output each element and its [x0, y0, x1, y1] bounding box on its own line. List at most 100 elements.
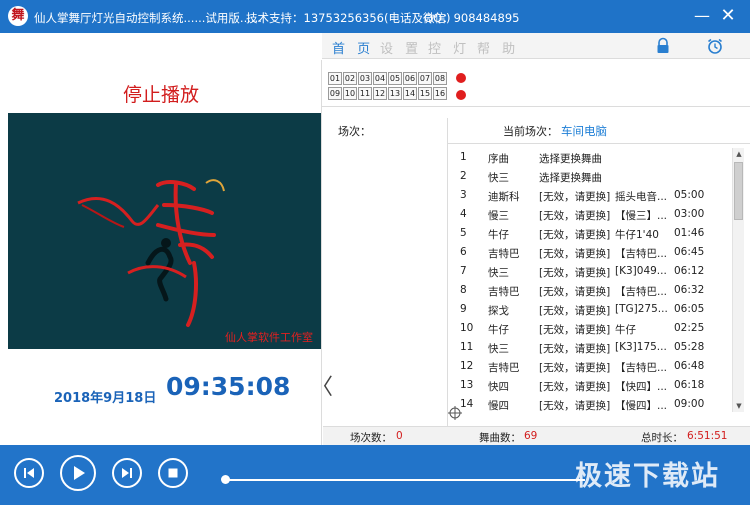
song-status: 选择更换舞曲 [539, 172, 602, 184]
channel-cell[interactable]: 05 [388, 72, 402, 85]
channel-cell[interactable]: 01 [328, 72, 342, 85]
channel-cell[interactable]: 15 [418, 87, 432, 100]
channel-cell[interactable]: 12 [373, 87, 387, 100]
song-count-label: 舞曲数： [479, 432, 521, 444]
stop-button[interactable] [158, 458, 188, 488]
song-name: 牛仔 [615, 324, 636, 336]
song-status: [无效，请更换] [539, 267, 611, 279]
song-duration: 01:46 [674, 227, 705, 239]
song-row[interactable]: 12 吉特巴 [无效，请更换] 【吉特巴... 06:48 [448, 357, 732, 376]
lock-icon[interactable] [654, 37, 672, 55]
indicator-dot-row1 [456, 73, 466, 83]
alarm-clock-icon[interactable] [706, 37, 724, 55]
channel-cell[interactable]: 07 [418, 72, 432, 85]
crosshair-icon[interactable] [448, 406, 462, 420]
tab-help[interactable]: 帮 助 [477, 38, 519, 57]
channel-cell[interactable]: 13 [388, 87, 402, 100]
stop-icon [168, 468, 178, 478]
song-list[interactable]: 1 序曲 选择更换舞曲 2 快三 选择更换舞曲 3 迪斯科 [无效，请更换] 摇头电音... 05:… [448, 148, 732, 412]
song-row[interactable]: 9 探戈 [无效，请更换] [TG]275... 06:05 [448, 300, 732, 319]
tab-home[interactable]: 首 页 [332, 38, 374, 57]
song-name: 摇头电音... [615, 191, 668, 203]
song-row[interactable]: 6 吉特巴 [无效，请更换] 【吉特巴... 06:45 [448, 243, 732, 262]
total-duration-label: 总时长： [641, 432, 683, 444]
song-index: 14 [460, 398, 474, 410]
song-index: 2 [460, 170, 467, 182]
song-index: 9 [460, 303, 467, 315]
song-row[interactable]: 14 慢四 [无效，请更换] 【慢四】... 09:00 [448, 395, 732, 412]
song-list-scrollbar[interactable]: ▲ ▼ [732, 148, 744, 412]
song-status: 选择更换舞曲 [539, 153, 602, 165]
song-count-value: 69 [524, 430, 538, 442]
song-duration: 06:48 [674, 360, 705, 372]
song-duration: 06:12 [674, 265, 705, 277]
song-duration: 06:32 [674, 284, 705, 296]
support-text: 技术支持：13753256356(电话及微信) [246, 11, 451, 25]
song-status: [无效，请更换] [539, 248, 611, 260]
channel-cell[interactable]: 11 [358, 87, 372, 100]
song-duration: 06:18 [674, 379, 705, 391]
song-row[interactable]: 5 牛仔 [无效，请更换] 牛仔1'40 01:46 [448, 224, 732, 243]
song-row[interactable]: 4 慢三 [无效，请更换] 【慢三】... 03:00 [448, 205, 732, 224]
song-name: 【慢四】... [615, 400, 668, 412]
song-index: 3 [460, 189, 467, 201]
song-status: [无效，请更换] [539, 286, 611, 298]
song-style: 慢三 [488, 210, 509, 222]
tab-settings[interactable]: 设 置 [380, 38, 422, 57]
channel-cell[interactable]: 09 [328, 87, 342, 100]
song-name: 牛仔1'40 [615, 229, 659, 241]
total-duration-value: 6:51:51 [687, 430, 728, 442]
song-name: 【吉特巴... [615, 286, 668, 298]
scene-list[interactable] [323, 143, 447, 425]
progress-knob[interactable] [221, 475, 230, 484]
song-name: 【吉特巴... [615, 248, 668, 260]
scroll-up-icon[interactable]: ▲ [733, 148, 745, 160]
playback-status: 停止播放 [122, 84, 199, 106]
song-name: [TG]275... [615, 303, 668, 315]
scroll-down-icon[interactable]: ▼ [733, 400, 745, 412]
song-style: 迪斯科 [488, 191, 520, 203]
song-style: 牛仔 [488, 229, 509, 241]
previous-icon [24, 468, 34, 478]
channel-cell[interactable]: 16 [433, 87, 447, 100]
channel-cell[interactable]: 03 [358, 72, 372, 85]
song-duration: 02:25 [674, 322, 705, 334]
previous-button[interactable] [14, 458, 44, 488]
minimize-button[interactable]: — [692, 6, 712, 26]
current-scene-label: 当前场次： [503, 125, 558, 138]
song-row[interactable]: 10 牛仔 [无效，请更换] 牛仔 02:25 [448, 319, 732, 338]
song-duration: 09:00 [674, 398, 705, 410]
song-row[interactable]: 8 吉特巴 [无效，请更换] 【吉特巴... 06:32 [448, 281, 732, 300]
channel-cell[interactable]: 10 [343, 87, 357, 100]
song-status: [无效，请更换] [539, 324, 611, 336]
song-style: 探戈 [488, 305, 509, 317]
next-icon [122, 468, 132, 478]
song-style: 慢四 [488, 400, 509, 412]
song-row[interactable]: 3 迪斯科 [无效，请更换] 摇头电音... 05:00 [448, 186, 732, 205]
tab-light-control[interactable]: 控 灯 [428, 38, 470, 57]
channel-cell[interactable]: 06 [403, 72, 417, 85]
play-button[interactable] [60, 455, 96, 491]
watermark-text: 仙人掌软件工作室 [225, 331, 313, 344]
channel-cell[interactable]: 14 [403, 87, 417, 100]
song-index: 12 [460, 360, 474, 372]
song-status: [无效，请更换] [539, 362, 611, 374]
song-row[interactable]: 2 快三 选择更换舞曲 [448, 167, 732, 186]
scroll-thumb[interactable] [734, 162, 743, 220]
channel-cell[interactable]: 08 [433, 72, 447, 85]
date-text: 2018年9月18日 [54, 391, 157, 406]
song-index: 10 [460, 322, 474, 334]
close-button[interactable]: ✕ [718, 6, 738, 26]
song-row[interactable]: 11 快三 [无效，请更换] [K3]175... 05:28 [448, 338, 732, 357]
channel-cell[interactable]: 02 [343, 72, 357, 85]
next-button[interactable] [112, 458, 142, 488]
song-row[interactable]: 7 快三 [无效，请更换] [K3]049... 06:12 [448, 262, 732, 281]
song-index: 5 [460, 227, 467, 239]
collapse-panel-button[interactable]: 〈 [311, 374, 333, 404]
song-row[interactable]: 1 序曲 选择更换舞曲 [448, 148, 732, 167]
song-index: 1 [460, 151, 467, 163]
song-row[interactable]: 13 快四 [无效，请更换] 【快四】... 06:18 [448, 376, 732, 395]
channel-cell[interactable]: 04 [373, 72, 387, 85]
progress-track[interactable] [225, 479, 585, 481]
clock-text: 09:35:08 [166, 372, 291, 401]
